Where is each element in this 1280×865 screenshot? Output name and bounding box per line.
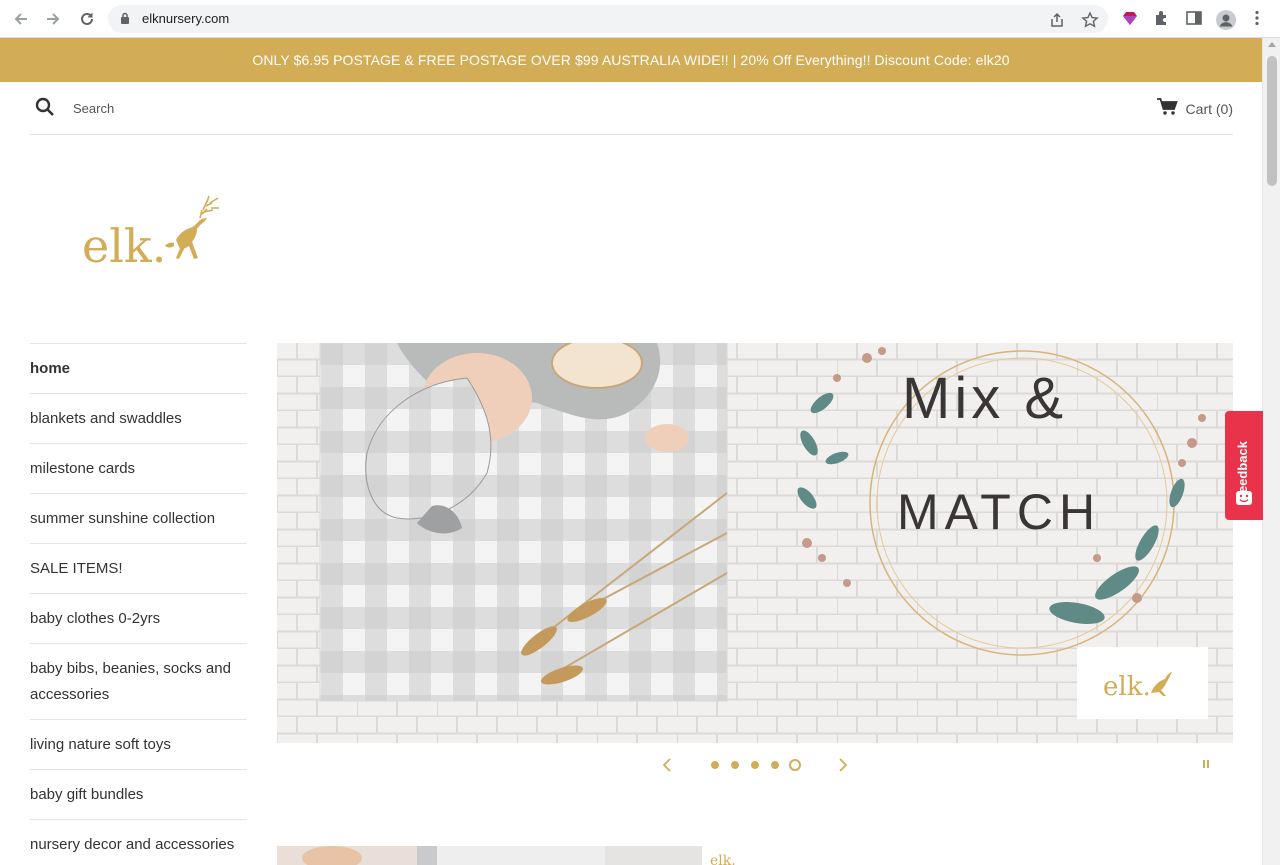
sidebar-item-label: home — [30, 360, 71, 377]
sidebar-item-baby-clothes[interactable]: baby clothes 0-2yrs — [30, 594, 247, 644]
browser-toolbar: elknursery.com — [0, 0, 1280, 38]
sidebar-item-label: blankets and swaddles — [30, 410, 182, 427]
sidebar-item-label: summer sunshine collection — [30, 510, 216, 527]
sidebar-item-soft-toys[interactable]: living nature soft toys — [30, 720, 247, 770]
featured-collection-teaser[interactable] — [277, 846, 702, 865]
sidebar-item-home[interactable]: home — [30, 344, 247, 394]
sidebar-item-milestone-cards[interactable]: milestone cards — [30, 444, 247, 494]
search-input[interactable]: Search — [73, 101, 114, 116]
logo-wordmark: elk. — [82, 219, 166, 268]
sidebar-item-label: nursery decor and accessories — [30, 836, 235, 853]
sidebar-item-label: baby gift bundles — [30, 786, 144, 803]
sidebar-item-label: SALE ITEMS! — [30, 560, 123, 577]
hero-badge-logo: elk. — [1103, 672, 1151, 702]
sidebar-item-sale-items[interactable]: SALE ITEMS! — [30, 544, 247, 594]
cart-icon — [1156, 98, 1178, 119]
slider-dot-3[interactable] — [751, 761, 759, 769]
slider-dot-1[interactable] — [711, 761, 719, 769]
hero-slideshow[interactable]: Mix & MATCH elk. — [277, 343, 1233, 743]
search-icon[interactable] — [35, 97, 55, 122]
back-icon[interactable] — [10, 8, 32, 30]
svg-text:elk.: elk. — [710, 853, 736, 865]
extension-gem-icon[interactable] — [1121, 9, 1141, 29]
announcement-text: ONLY $6.95 POSTAGE & FREE POSTAGE OVER $… — [252, 52, 1010, 68]
site-header: Search Cart (0) — [30, 82, 1233, 135]
sidebar-item-gift-bundles[interactable]: baby gift bundles — [30, 770, 247, 820]
address-bar[interactable]: elknursery.com — [108, 5, 1108, 33]
announcement-bar: ONLY $6.95 POSTAGE & FREE POSTAGE OVER $… — [0, 38, 1262, 82]
sidebar-item-blankets-and-swaddles[interactable]: blankets and swaddles — [30, 394, 247, 444]
sidebar-item-label: milestone cards — [30, 460, 136, 477]
teaser-image — [277, 846, 702, 865]
sidebar-item-label: living nature soft toys — [30, 736, 171, 753]
hero-slide-image: Mix & MATCH elk. — [277, 343, 1233, 743]
extensions-puzzle-icon[interactable] — [1153, 9, 1173, 29]
cart-link[interactable]: Cart (0) — [1156, 98, 1233, 119]
feedback-smile-icon — [1236, 491, 1252, 505]
sidebar-item-baby-bibs[interactable]: baby bibs, beanies, socks and accessorie… — [30, 644, 247, 720]
teaser-elk-logo-icon: elk. — [710, 853, 736, 865]
sidebar-item-summer-sunshine[interactable]: summer sunshine collection — [30, 494, 247, 544]
url-text: elknursery.com — [142, 11, 230, 26]
sidebar-item-label: baby clothes 0-2yrs — [30, 610, 161, 627]
page-scrollbar[interactable] — [1262, 38, 1280, 865]
sidebar-item-label: baby bibs, beanies, socks and accessorie… — [30, 660, 231, 703]
site-logo[interactable]: elk. — [82, 188, 242, 273]
hero-headline-line1: Mix & — [902, 366, 1067, 431]
slider-next-icon[interactable] — [838, 757, 848, 778]
sidebar-item-nursery-decor[interactable]: nursery decor and accessories — [30, 820, 247, 865]
slider-pause-icon[interactable] — [1203, 760, 1211, 770]
menu-kebab-icon[interactable] — [1248, 9, 1268, 29]
hero-headline-line2: MATCH — [897, 484, 1101, 540]
share-icon[interactable] — [1048, 11, 1066, 29]
lock-icon — [120, 12, 130, 30]
forward-icon[interactable] — [42, 8, 64, 30]
sidebar-nav: home blankets and swaddles milestone car… — [30, 343, 247, 865]
feedback-tab[interactable]: Feedback — [1225, 411, 1263, 520]
scroll-up-arrow-icon[interactable] — [1268, 42, 1276, 47]
scrollbar-thumb[interactable] — [1267, 56, 1277, 186]
bookmark-star-icon[interactable] — [1081, 11, 1099, 29]
slider-dot-2[interactable] — [731, 761, 739, 769]
slider-prev-icon[interactable] — [662, 757, 672, 778]
reload-icon[interactable] — [76, 8, 98, 30]
slider-dot-4[interactable] — [771, 761, 779, 769]
slider-dot-5[interactable] — [789, 759, 801, 771]
profile-avatar-icon[interactable] — [1215, 9, 1236, 30]
side-panel-icon[interactable] — [1185, 9, 1205, 29]
cart-label: Cart (0) — [1185, 100, 1233, 117]
